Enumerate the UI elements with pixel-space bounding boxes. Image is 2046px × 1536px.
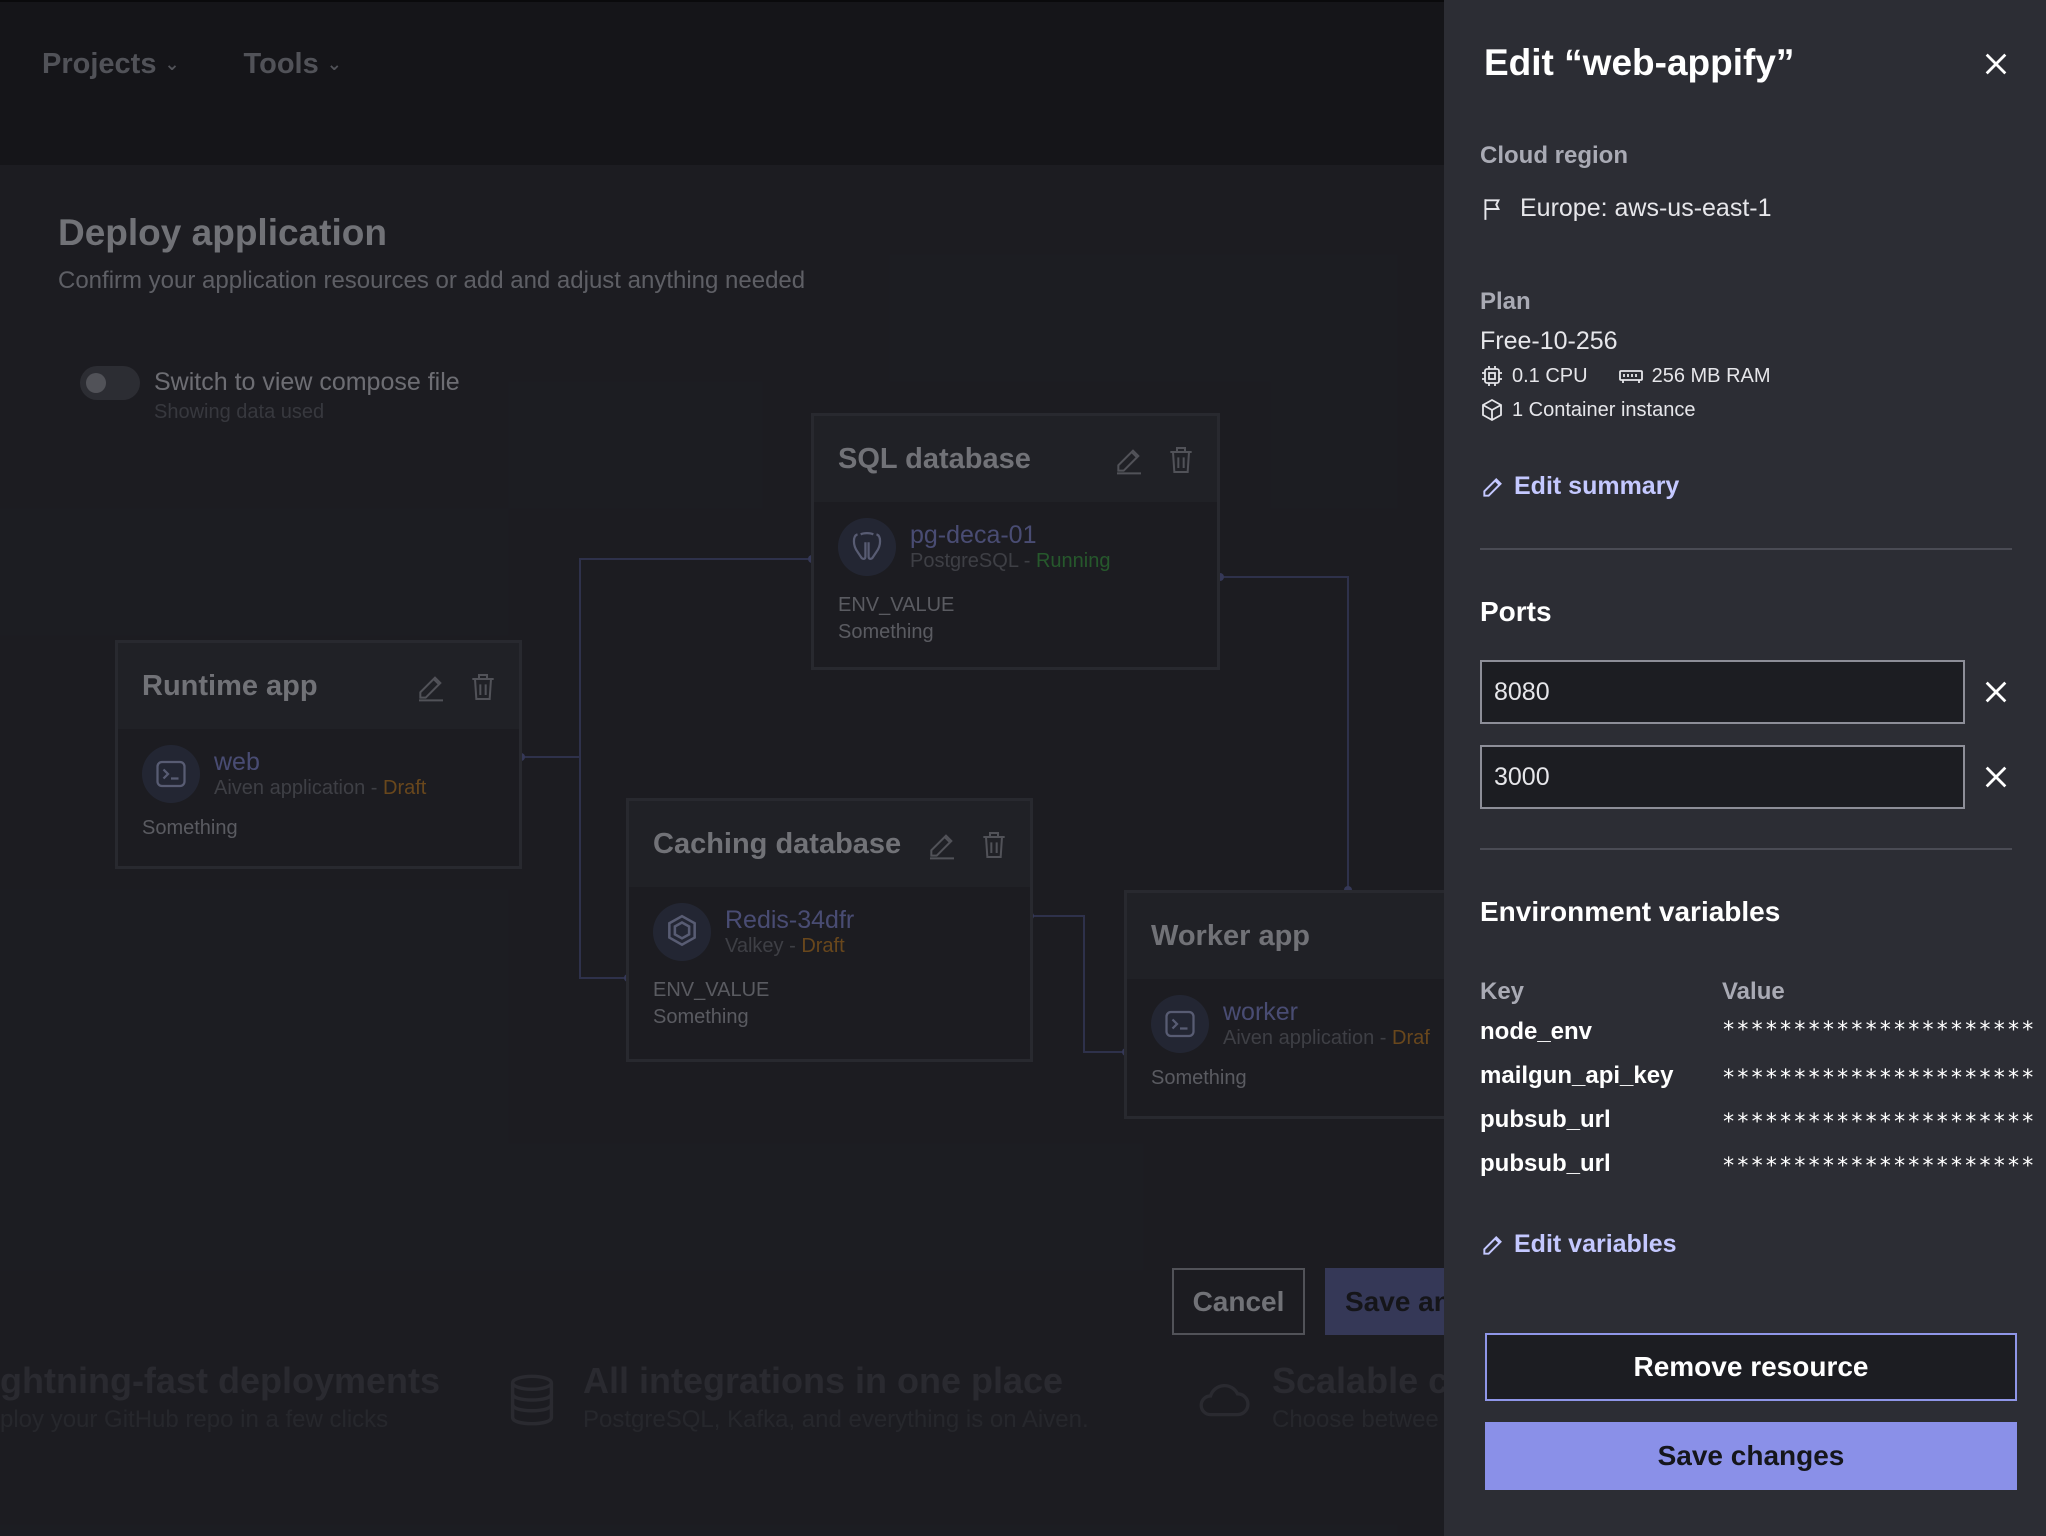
- divider: [1480, 548, 2012, 550]
- container-row: 1 Container instance: [1480, 398, 1695, 422]
- plan-label: Plan: [1480, 288, 1531, 315]
- remove-resource-button[interactable]: Remove resource: [1485, 1333, 2017, 1401]
- edit-summary-label: Edit summary: [1514, 472, 1680, 500]
- env-masked-value: **********************: [1722, 1154, 2036, 1179]
- cpu-icon: [1482, 366, 1502, 386]
- plan-specs: 0.1 CPU 256 MB RAM: [1480, 364, 1771, 388]
- remove-port-icon[interactable]: [1982, 678, 2010, 706]
- ram-value: 256 MB RAM: [1651, 364, 1771, 387]
- edit-variables-label: Edit variables: [1514, 1230, 1677, 1258]
- cpu-value: 0.1 CPU: [1512, 364, 1588, 387]
- env-key-header: Key: [1480, 978, 1525, 1005]
- env-vars-title: Environment variables: [1480, 896, 1781, 927]
- memory-icon: [1618, 370, 1643, 383]
- env-key: mailgun_api_key: [1480, 1062, 1674, 1089]
- ports-title: Ports: [1480, 596, 1552, 627]
- close-icon[interactable]: [1982, 50, 2010, 78]
- save-changes-button[interactable]: Save changes: [1485, 1422, 2017, 1490]
- cloud-region-label: Cloud region: [1480, 142, 1628, 169]
- cloud-region-row: Europe: aws-us-east-1: [1480, 194, 1772, 223]
- remove-port-icon[interactable]: [1982, 763, 2010, 791]
- container-value: 1 Container instance: [1512, 398, 1696, 421]
- cloud-region-value: Europe: aws-us-east-1: [1520, 194, 1772, 222]
- flag-icon: [1484, 198, 1500, 220]
- env-key: pubsub_url: [1480, 1150, 1611, 1177]
- plan-value: Free-10-256: [1480, 327, 1618, 355]
- env-masked-value: **********************: [1722, 1018, 2036, 1043]
- drawer-title: Edit “web-appify”: [1484, 42, 1795, 83]
- pencil-icon: [1483, 477, 1502, 497]
- env-key: pubsub_url: [1480, 1106, 1611, 1133]
- port-input[interactable]: [1480, 660, 1965, 724]
- edit-drawer: Edit “web-appify” Cloud region Europe: a…: [1444, 0, 2046, 1536]
- box-icon: [1482, 398, 1502, 422]
- edit-summary-link[interactable]: Edit summary: [1480, 472, 1679, 501]
- env-value-header: Value: [1722, 978, 1785, 1005]
- port-input[interactable]: [1480, 745, 1965, 809]
- pencil-icon: [1483, 1235, 1502, 1255]
- env-key: node_env: [1480, 1018, 1593, 1045]
- edit-variables-link[interactable]: Edit variables: [1480, 1230, 1677, 1259]
- divider: [1480, 848, 2012, 850]
- env-masked-value: **********************: [1722, 1066, 2036, 1091]
- modal-overlay[interactable]: [0, 0, 1444, 1536]
- env-masked-value: **********************: [1722, 1110, 2036, 1135]
